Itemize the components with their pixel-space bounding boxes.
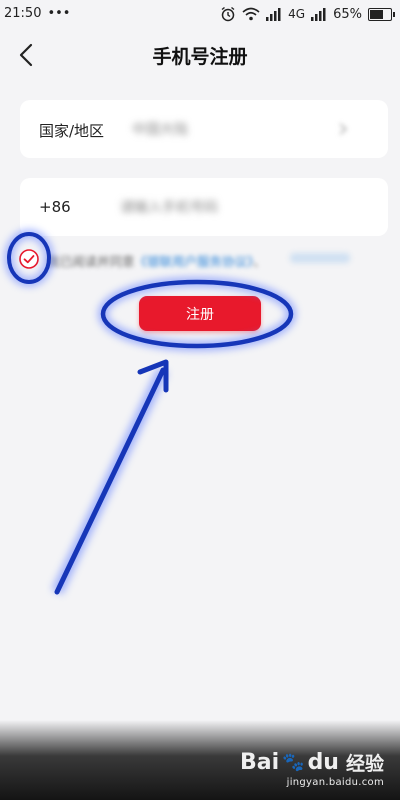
country-label: 国家/地区: [39, 122, 105, 140]
alarm-icon: [221, 6, 235, 22]
agreement-prefix: 我已阅读并同意: [47, 254, 135, 269]
watermark-cn: 经验: [345, 753, 384, 775]
annotation-arrowhead: [137, 359, 169, 393]
nav-bar: 手机号注册: [0, 30, 400, 80]
check-circle-icon[interactable]: [18, 248, 40, 270]
battery-percent: 65%: [333, 6, 362, 22]
country-value: 中国大陆: [132, 122, 188, 138]
phone-input[interactable]: 请输入手机号码: [120, 197, 218, 217]
annotation-glow: [4, 229, 296, 595]
battery-icon: [368, 7, 395, 21]
paw-icon: 🐾: [282, 752, 305, 773]
phone-prefix[interactable]: +86: [39, 198, 71, 216]
battery-fill: [370, 9, 383, 19]
agreement-text: 我已阅读并同意《银联用户服务协议》、: [47, 251, 266, 270]
status-right: 4G 65%: [220, 6, 395, 22]
page-title: 手机号注册: [152, 46, 248, 68]
status-time: 21:50: [4, 6, 42, 21]
watermark-brand: Bai 🐾 du 经验: [240, 749, 384, 776]
phone-field[interactable]: +86 请输入手机号码: [20, 178, 388, 236]
annotation-arrow: [54, 367, 166, 595]
status-bar: 21:50 ••• 4G 65%: [0, 0, 400, 30]
watermark-du: du: [307, 750, 339, 775]
watermark-url: jingyan.baidu.com: [286, 777, 384, 788]
agreement-link[interactable]: 《银联用户服务协议》: [135, 254, 254, 269]
status-left: 21:50 •••: [4, 6, 70, 21]
bottom-shade: Bai 🐾 du 经验 jingyan.baidu.com: [0, 720, 400, 800]
signal-icon: [266, 7, 281, 21]
register-button[interactable]: 注册: [139, 296, 261, 331]
watermark-latin: Bai: [239, 750, 280, 775]
wifi-icon: [242, 7, 260, 21]
agreement-separator: 、: [253, 254, 266, 269]
agreement-row: 我已阅读并同意《银联用户服务协议》、: [10, 236, 390, 280]
signal-icon-2: [311, 7, 326, 21]
privacy-link[interactable]: [290, 253, 350, 263]
chevron-right-icon: [339, 123, 348, 135]
status-dots: •••: [47, 6, 71, 21]
network-type: 4G: [288, 7, 306, 21]
country-selector[interactable]: 国家/地区 中国大陆: [20, 100, 388, 158]
baidu-watermark: Bai 🐾 du 经验 jingyan.baidu.com: [240, 749, 384, 788]
